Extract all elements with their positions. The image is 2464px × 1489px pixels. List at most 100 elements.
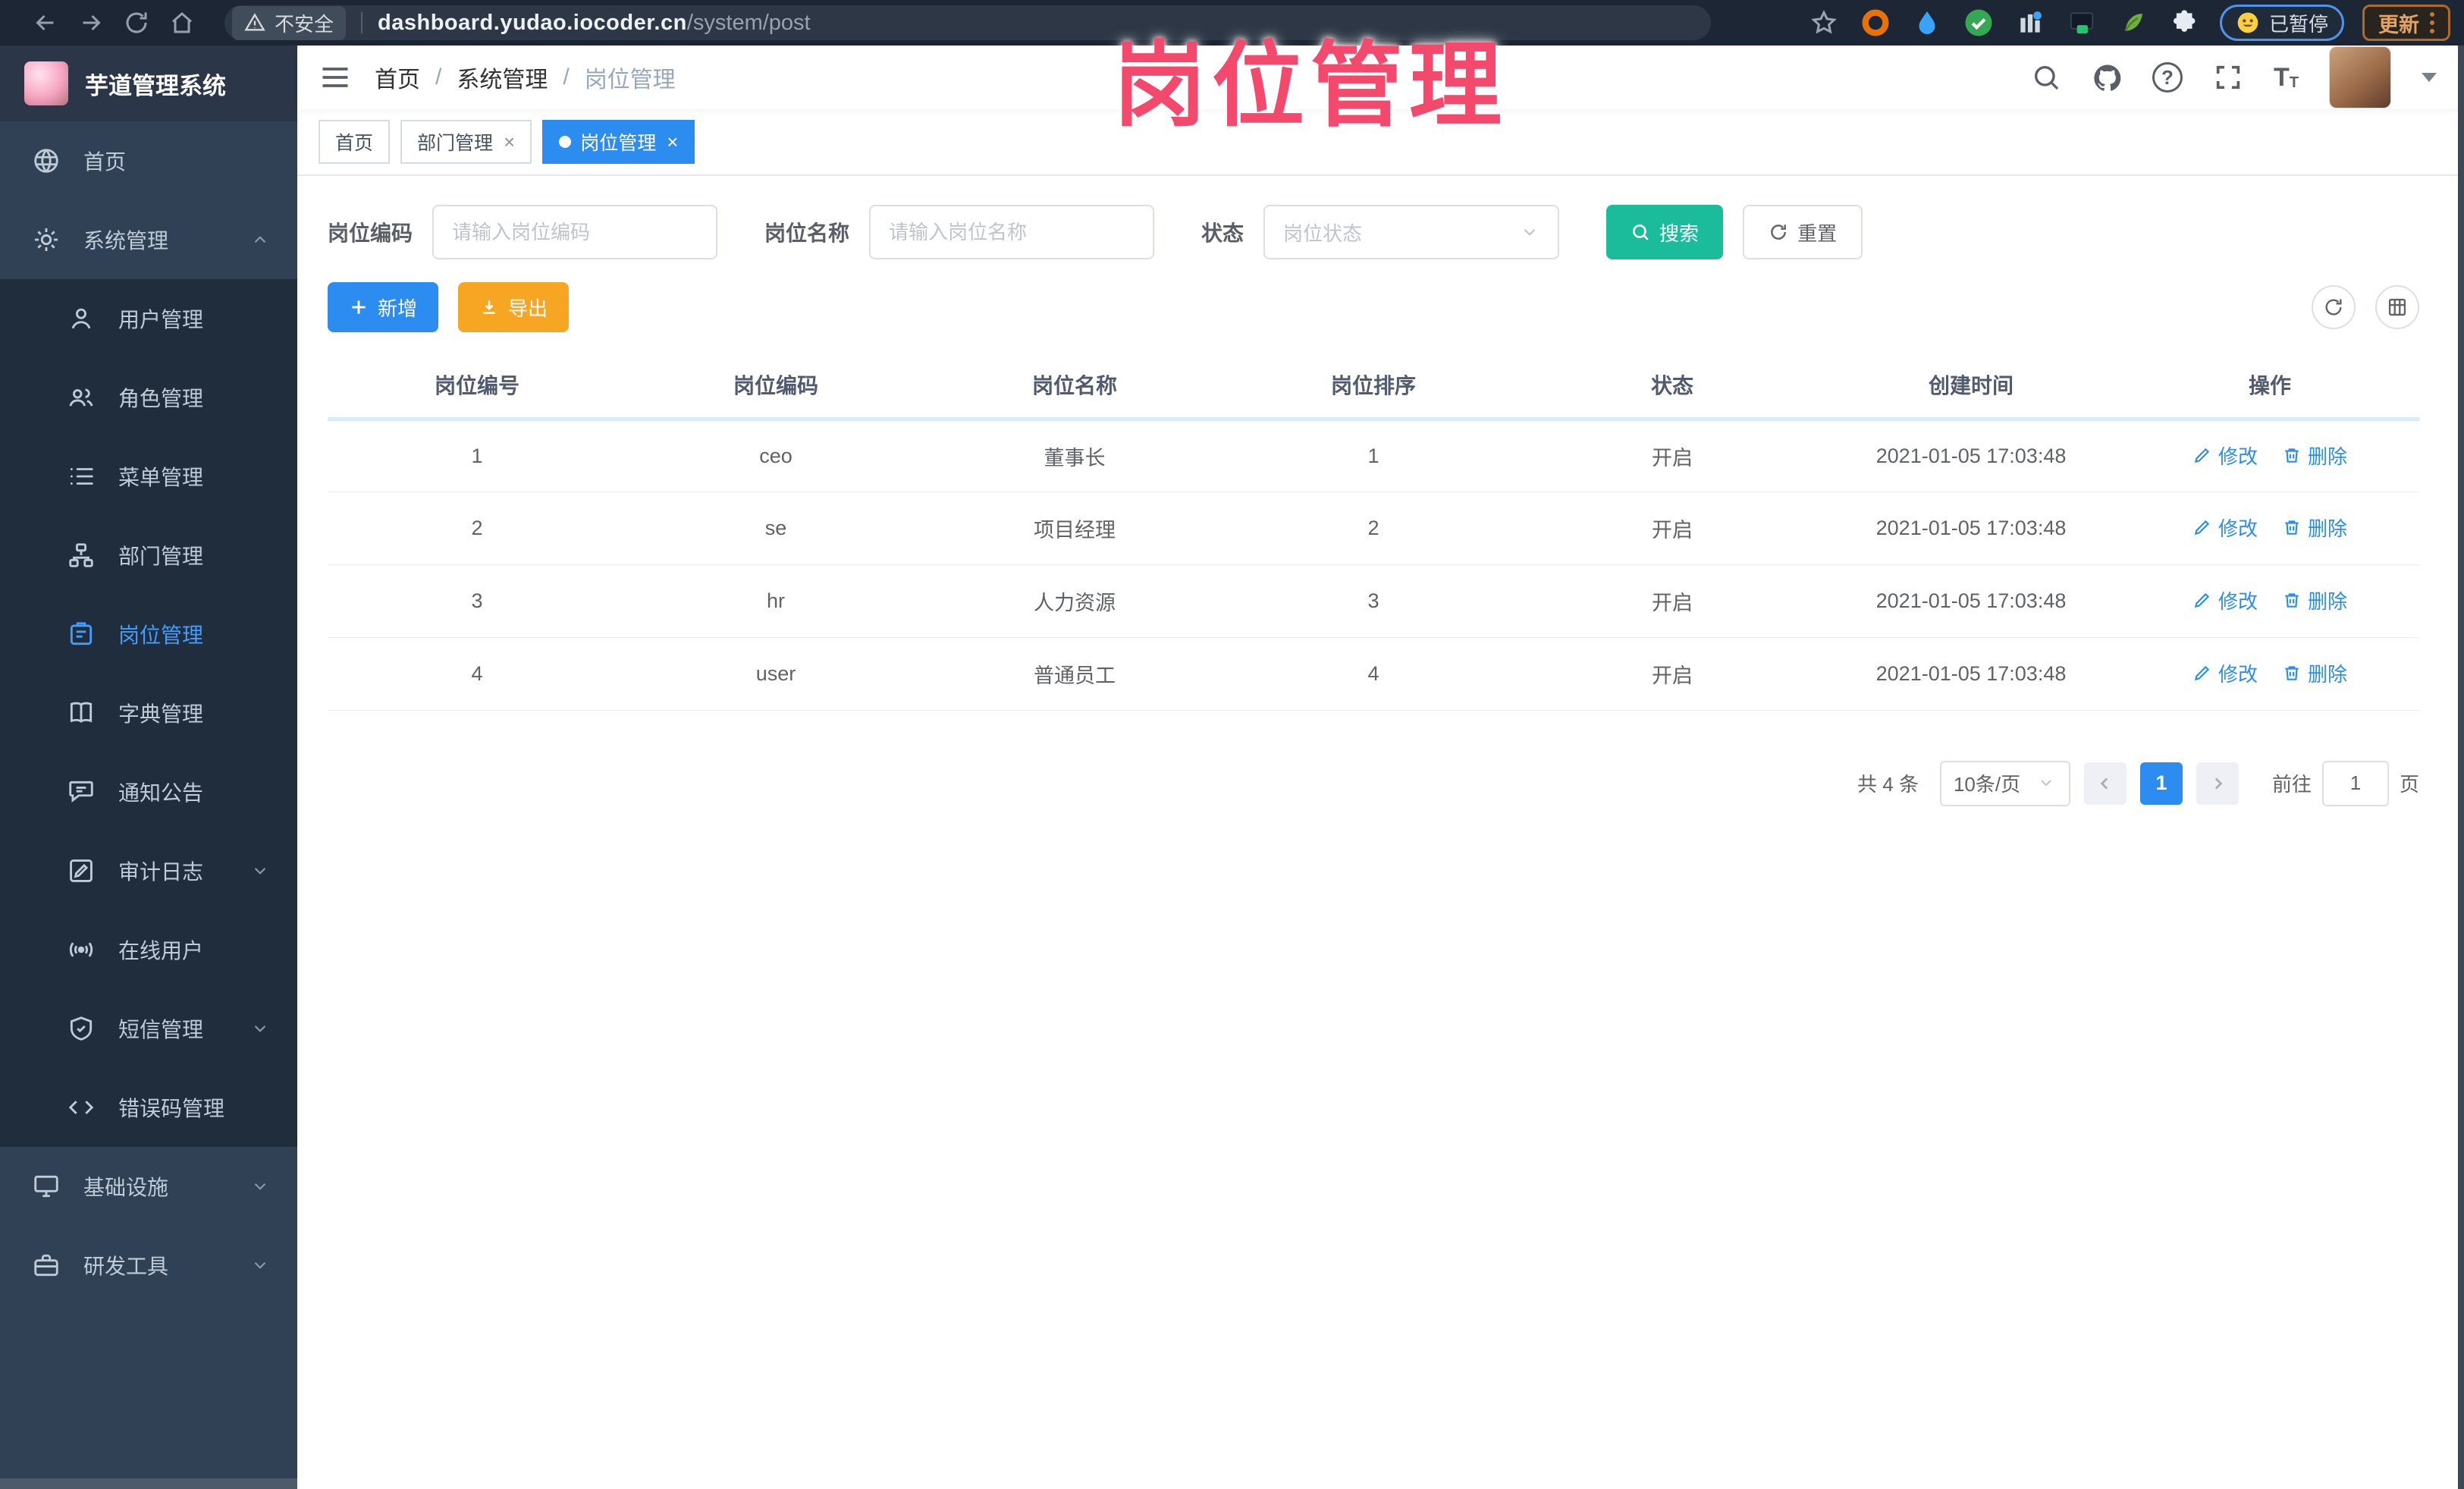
message-icon (67, 777, 96, 806)
pagination: 共 4 条 10条/页 1 前往 页 (328, 760, 2419, 806)
sidebar-item-departments[interactable]: 部门管理 (0, 516, 297, 595)
github-icon[interactable] (2092, 62, 2122, 93)
sidebar-item-label: 系统管理 (83, 229, 169, 253)
search-button[interactable]: 搜索 (1606, 205, 1724, 259)
sidebar-item-error-codes[interactable]: 错误码管理 (0, 1068, 297, 1147)
avatar[interactable] (2329, 46, 2391, 108)
sidebar-item-audit-log[interactable]: 审计日志 (0, 831, 297, 910)
column-settings-button[interactable] (2375, 285, 2419, 329)
edit-link[interactable]: 修改 (2192, 441, 2258, 470)
breadcrumb-separator: / (435, 64, 442, 90)
refresh-table-button[interactable] (2312, 285, 2356, 329)
sidebar-item-notices[interactable]: 通知公告 (0, 752, 297, 831)
reload-icon[interactable] (114, 0, 159, 46)
shield-icon (67, 1014, 96, 1043)
breadcrumb-home[interactable]: 首页 (375, 61, 420, 94)
close-icon[interactable]: × (504, 130, 515, 154)
back-icon[interactable] (23, 0, 68, 46)
monitor-icon (32, 1172, 61, 1201)
browser-update-button[interactable]: 更新 (2362, 5, 2450, 41)
extension-orange-icon[interactable] (1859, 6, 1892, 39)
delete-link[interactable]: 删除 (2282, 659, 2347, 687)
sidebar-item-dev-tools[interactable]: 研发工具 (0, 1226, 297, 1305)
delete-link[interactable]: 删除 (2282, 586, 2347, 614)
page-number-current[interactable]: 1 (2139, 762, 2183, 805)
export-button[interactable]: 导出 (458, 282, 570, 332)
chevron-up-icon (250, 230, 270, 250)
security-chip[interactable]: 不安全 (232, 5, 347, 40)
post-name-label: 岗位名称 (764, 221, 850, 245)
sidebar-item-infrastructure[interactable]: 基础设施 (0, 1147, 297, 1226)
add-button[interactable]: 新增 (328, 282, 439, 332)
sidebar-item-label: 在线用户 (118, 939, 204, 963)
status-label: 状态 (1201, 221, 1245, 245)
post-name-input[interactable] (869, 205, 1155, 259)
delete-link[interactable]: 删除 (2282, 441, 2347, 470)
sidebar-item-home[interactable]: 首页 (0, 121, 297, 200)
sidebar-item-label: 研发工具 (83, 1255, 169, 1278)
extension-columns-icon[interactable] (2014, 6, 2047, 39)
edit-link[interactable]: 修改 (2192, 659, 2258, 687)
close-icon[interactable]: × (667, 130, 678, 154)
extension-drop-icon[interactable] (1910, 6, 1944, 39)
sidebar-item-label: 角色管理 (118, 387, 204, 410)
sidebar-item-label: 菜单管理 (118, 466, 204, 489)
caret-down-icon[interactable] (2422, 73, 2437, 82)
chevron-left-icon (2100, 777, 2108, 789)
sidebar-item-posts[interactable]: 岗位管理 (0, 595, 297, 674)
window-scrollbar[interactable] (2458, 46, 2464, 1489)
sidebar-item-dictionary[interactable]: 字典管理 (0, 674, 297, 752)
extension-check-icon[interactable] (1962, 6, 1995, 39)
annotation-overlay-title: 岗位管理 (1113, 34, 1508, 137)
tab-posts[interactable]: 岗位管理 × (542, 120, 695, 164)
sidebar-item-menus[interactable]: 菜单管理 (0, 437, 297, 516)
toolbox-icon (32, 1251, 61, 1280)
tab-home[interactable]: 首页 (319, 120, 391, 164)
tab-departments[interactable]: 部门管理 × (400, 120, 532, 164)
goto-page-input[interactable] (2321, 760, 2389, 806)
sidebar-item-system[interactable]: 系统管理 (0, 200, 297, 279)
forward-icon[interactable] (68, 0, 114, 46)
font-size-icon[interactable]: TT (2274, 64, 2299, 90)
delete-link[interactable]: 删除 (2282, 514, 2347, 542)
url-path[interactable]: /system/post (687, 11, 811, 36)
help-icon[interactable]: ? (2152, 62, 2183, 93)
bookmark-star-icon[interactable] (1807, 6, 1841, 39)
next-page-button[interactable] (2196, 762, 2239, 805)
search-icon[interactable] (2031, 62, 2061, 93)
sidebar-item-users[interactable]: 用户管理 (0, 279, 297, 358)
chevron-right-icon (2214, 777, 2223, 789)
table-row: 1 ceo 董事长 1 开启 2021-01-05 17:03:48 修改 删除 (328, 419, 2419, 492)
paused-extension-badge[interactable]: 已暂停 (2219, 5, 2344, 41)
home-icon[interactable] (159, 0, 205, 46)
edit-link[interactable]: 修改 (2192, 514, 2258, 542)
emoji-face-icon (2237, 12, 2258, 33)
logo-bar[interactable]: 芋道管理系统 (0, 46, 297, 121)
reset-button[interactable]: 重置 (1743, 205, 1863, 259)
edit-link[interactable]: 修改 (2192, 586, 2258, 614)
prev-page-button[interactable] (2083, 762, 2127, 805)
post-code-input[interactable] (432, 205, 718, 259)
list-icon (67, 462, 96, 491)
page-size-select[interactable]: 10条/页 (1939, 760, 2070, 806)
sidebar-item-sms[interactable]: 短信管理 (0, 989, 297, 1068)
extensions-puzzle-icon[interactable] (2168, 6, 2202, 39)
hamburger-icon[interactable] (319, 61, 352, 94)
extension-card-icon[interactable] (2065, 6, 2098, 39)
extension-leaf-icon[interactable] (2117, 6, 2150, 39)
page-unit-label: 页 (2399, 773, 2419, 796)
status-select[interactable]: 岗位状态 (1263, 205, 1560, 259)
fullscreen-icon[interactable] (2213, 62, 2243, 93)
search-icon (1633, 225, 1649, 240)
update-button-label: 更新 (2378, 13, 2419, 36)
browser-right-tools: 已暂停 更新 (1807, 5, 2450, 41)
edit-square-icon (67, 856, 96, 885)
column-header: 岗位编码 (626, 352, 925, 421)
search-button-label: 搜索 (1659, 221, 1700, 245)
sidebar-item-roles[interactable]: 角色管理 (0, 358, 297, 437)
address-divider (361, 12, 363, 33)
breadcrumb-system[interactable]: 系统管理 (457, 61, 548, 94)
url-host[interactable]: dashboard.yudao.iocoder.cn (378, 11, 687, 36)
browser-menu-icon[interactable] (2430, 12, 2434, 33)
sidebar-item-online-users[interactable]: 在线用户 (0, 910, 297, 989)
